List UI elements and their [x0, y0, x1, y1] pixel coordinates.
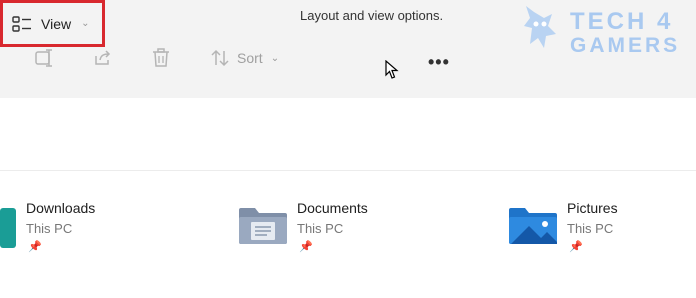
- sort-label: Sort: [237, 50, 263, 66]
- rename-icon: [35, 49, 52, 67]
- more-icon: •••: [428, 51, 450, 72]
- brand-line-1: TECH 4: [570, 8, 674, 35]
- brand-line-2: GAMERS: [570, 34, 681, 57]
- folder-location: This PC: [297, 221, 344, 236]
- documents-folder-icon: [239, 208, 287, 244]
- command-bar: Layout and view options. Sort ⌄ View ⌄ •…: [0, 0, 696, 99]
- address-bar-area: [0, 98, 696, 171]
- folder-name: Documents: [297, 200, 368, 216]
- pictures-folder-icon: [509, 208, 557, 244]
- downloads-folder-icon: [0, 208, 16, 248]
- delete-icon: [153, 48, 169, 67]
- share-button[interactable]: [92, 44, 114, 72]
- chevron-down-icon: ⌄: [81, 18, 90, 29]
- more-options-button[interactable]: •••: [428, 48, 450, 76]
- view-icon: [12, 15, 31, 32]
- folder-location: This PC: [567, 221, 614, 236]
- view-button[interactable]: View ⌄: [0, 0, 105, 47]
- delete-button[interactable]: [150, 44, 172, 72]
- sort-button[interactable]: Sort ⌄: [209, 44, 279, 72]
- rename-button[interactable]: [33, 44, 55, 72]
- chevron-down-icon: ⌄: [270, 52, 280, 64]
- sort-icon: [211, 49, 229, 67]
- share-icon: [95, 50, 111, 65]
- folder-name: Downloads: [26, 200, 96, 216]
- tooltip: Layout and view options.: [300, 8, 444, 23]
- pin-icon: 📌: [299, 241, 313, 253]
- view-label: View: [41, 15, 72, 32]
- mouse-cursor-icon: [385, 60, 399, 79]
- pin-icon: 📌: [28, 241, 42, 253]
- folder-location: This PC: [26, 221, 73, 236]
- folder-name: Pictures: [567, 200, 618, 216]
- pin-icon: 📌: [569, 241, 583, 253]
